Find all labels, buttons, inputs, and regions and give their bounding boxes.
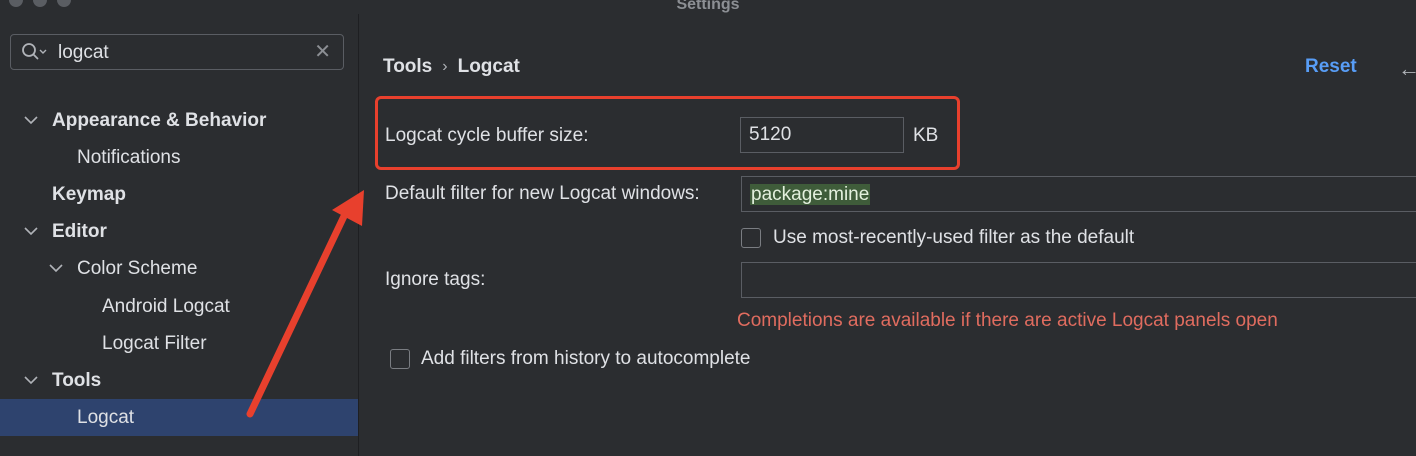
- annotation-arrow: [246, 190, 364, 418]
